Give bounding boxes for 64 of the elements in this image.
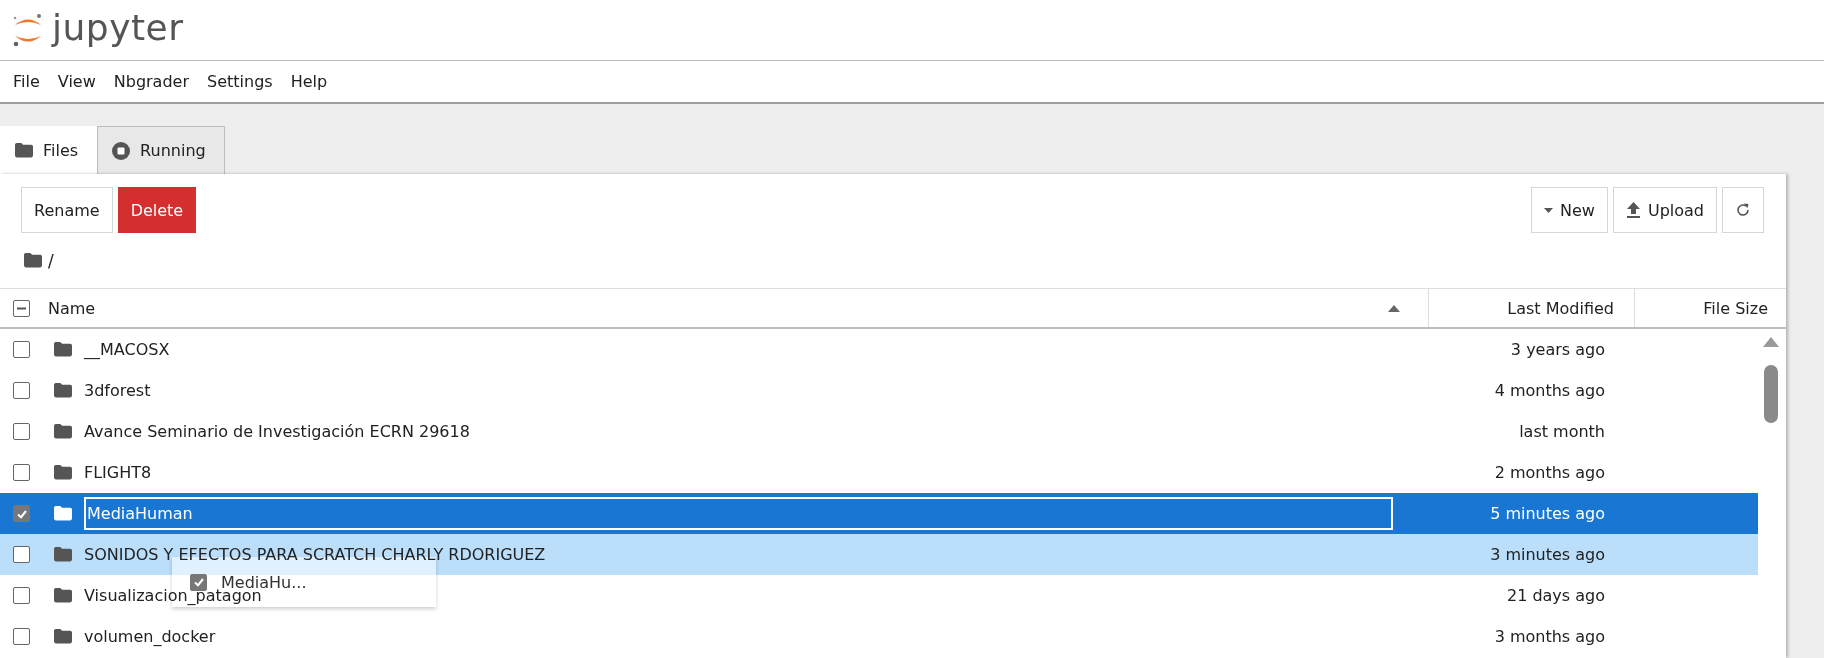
file-row[interactable]: MediaHuman 5 minutes ago — [0, 493, 1758, 534]
row-checkbox[interactable] — [13, 423, 30, 440]
file-name[interactable]: SONIDOS Y EFECTOS PARA SCRATCH CHARLY RDORIGUEZ — [84, 545, 1425, 564]
column-header[interactable]: Name — [48, 298, 96, 318]
tab-label: Running — [140, 141, 206, 160]
row-checkbox[interactable] — [13, 382, 30, 399]
file-name[interactable]: volumen_docker — [84, 627, 1425, 646]
menu-item[interactable]: View — [48, 72, 105, 91]
tab-label: Files — [43, 141, 79, 160]
select-all-checkbox[interactable] — [13, 299, 30, 317]
folder-icon — [15, 143, 33, 158]
menu-item[interactable]: Settings — [198, 72, 282, 91]
folder-icon — [54, 588, 72, 603]
modified-time: 3 months ago — [1493, 627, 1605, 646]
folder-icon — [54, 547, 72, 562]
menu-item[interactable]: File — [4, 72, 49, 91]
check-icon — [192, 576, 205, 588]
modified-time: 21 days ago — [1505, 586, 1605, 605]
breadcrumb-link[interactable]: / — [48, 250, 54, 271]
upload-button[interactable]: Upload — [1612, 187, 1717, 233]
row-checkbox[interactable] — [13, 464, 30, 481]
modified-time: 3 years ago — [1509, 340, 1605, 359]
folder-icon — [54, 506, 72, 521]
folder-icon — [54, 424, 72, 439]
folder-icon — [54, 629, 72, 644]
column-header[interactable]: Last Modified — [1507, 298, 1614, 318]
rename-field[interactable]: MediaHuman — [84, 497, 1393, 530]
row-checkbox[interactable] — [13, 341, 30, 358]
column-header[interactable]: File Size — [1703, 298, 1768, 318]
logo-text: jupyter — [52, 6, 184, 48]
menu-item[interactable]: Help — [281, 72, 337, 91]
file-name[interactable]: __MACOSX — [84, 340, 1425, 359]
scroll-up-icon[interactable] — [1763, 337, 1779, 347]
row-checkbox[interactable] — [13, 505, 30, 522]
drag-label: MediaHu... — [221, 572, 307, 592]
upload-icon — [1625, 202, 1641, 218]
tab[interactable]: Files — [0, 126, 98, 174]
folder-icon — [24, 253, 42, 268]
refresh-icon — [1735, 202, 1751, 218]
caret-icon — [1544, 207, 1554, 213]
stop-circle-icon — [112, 141, 131, 160]
row-checkbox[interactable] — [13, 587, 30, 604]
file-name[interactable]: FLIGHT8 — [84, 463, 1425, 482]
new-dropdown-button[interactable]: New — [1531, 187, 1608, 233]
menu-item[interactable]: Nbgrader — [104, 72, 198, 91]
tab[interactable]: Running — [97, 126, 225, 174]
file-row[interactable]: SONIDOS Y EFECTOS PARA SCRATCH CHARLY RDORIGUEZ 3 minutes ago — [0, 534, 1758, 575]
row-checkbox[interactable] — [13, 546, 30, 563]
file-name[interactable]: Avance Seminario de Investigación ECRN 29618 — [84, 422, 1425, 441]
modified-time: 2 months ago — [1493, 463, 1605, 482]
logo-icon — [12, 12, 44, 48]
modified-time: 5 minutes ago — [1489, 504, 1605, 523]
row-checkbox[interactable] — [13, 628, 30, 645]
rename-button[interactable]: Rename — [21, 187, 113, 233]
scrollbar-thumb[interactable] — [1764, 365, 1778, 423]
refresh-button[interactable] — [1722, 187, 1764, 233]
modified-time: 3 minutes ago — [1489, 545, 1605, 564]
modified-time: 4 months ago — [1493, 381, 1605, 400]
folder-icon — [54, 342, 72, 357]
folder-icon — [54, 465, 72, 480]
modified-time: last month — [1518, 422, 1605, 441]
delete-button[interactable]: Delete — [117, 187, 197, 233]
file-name[interactable]: 3dforest — [84, 381, 1425, 400]
folder-icon — [54, 383, 72, 398]
